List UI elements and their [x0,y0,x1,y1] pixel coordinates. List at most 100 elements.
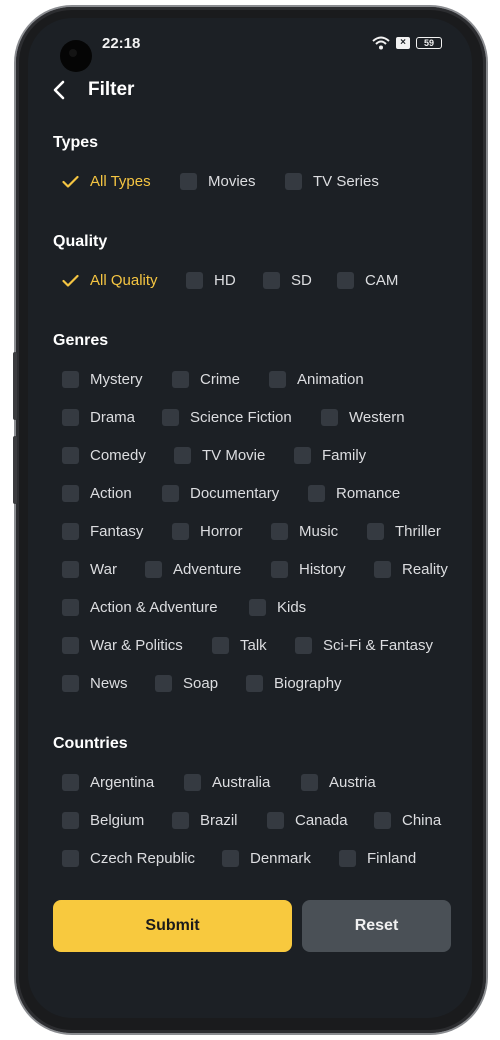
option-talk[interactable]: Talk [212,637,267,654]
checkbox-icon[interactable] [180,173,197,190]
checkbox-icon[interactable] [62,447,79,464]
checkbox-icon[interactable] [374,812,391,829]
option-label: Western [349,409,405,426]
option-soap[interactable]: Soap [155,675,218,692]
checkbox-icon[interactable] [267,812,284,829]
option-thriller[interactable]: Thriller [367,523,441,540]
checkbox-icon[interactable] [174,447,191,464]
option-romance[interactable]: Romance [308,485,400,502]
checkbox-icon[interactable] [339,850,356,867]
checkbox-icon[interactable] [62,561,79,578]
checkbox-icon[interactable] [162,409,179,426]
option-mystery[interactable]: Mystery [62,371,143,388]
checkbox-icon[interactable] [212,637,229,654]
checkbox-icon[interactable] [295,637,312,654]
option-austria[interactable]: Austria [301,774,376,791]
option-adventure[interactable]: Adventure [145,561,241,578]
option-comedy[interactable]: Comedy [62,447,146,464]
checkbox-icon[interactable] [271,561,288,578]
option-documentary[interactable]: Documentary [162,485,279,502]
option-sci-fi-and-fantasy[interactable]: Sci-Fi & Fantasy [295,637,433,654]
checkbox-icon[interactable] [172,523,189,540]
option-all-types[interactable]: All Types [62,173,151,190]
checkbox-icon[interactable] [308,485,325,502]
option-belgium[interactable]: Belgium [62,812,144,829]
option-label: Czech Republic [90,850,196,867]
option-cam[interactable]: CAM [337,272,398,289]
option-war-and-politics[interactable]: War & Politics [62,637,183,654]
option-canada[interactable]: Canada [267,812,348,829]
checkbox-icon[interactable] [172,371,189,388]
option-kids[interactable]: Kids [249,599,306,616]
checkbox-icon[interactable] [172,812,189,829]
option-western[interactable]: Western [321,409,405,426]
option-label: Romance [336,485,401,502]
checkbox-icon[interactable] [367,523,384,540]
option-denmark[interactable]: Denmark [222,850,311,867]
checkbox-icon[interactable] [285,173,302,190]
checkbox-icon[interactable] [294,447,311,464]
option-movies[interactable]: Movies [180,173,256,190]
option-finland[interactable]: Finland [339,850,416,867]
option-war[interactable]: War [62,561,117,578]
option-fantasy[interactable]: Fantasy [62,523,143,540]
option-music[interactable]: Music [271,523,338,540]
option-czech-republic[interactable]: Czech Republic [62,850,195,867]
checkbox-icon[interactable] [269,371,286,388]
option-argentina[interactable]: Argentina [62,774,154,791]
check-icon[interactable] [62,272,79,289]
checkbox-icon[interactable] [62,850,79,867]
option-news[interactable]: News [62,675,128,692]
checkbox-icon[interactable] [184,774,201,791]
checkbox-icon[interactable] [62,523,79,540]
checkbox-icon[interactable] [246,675,263,692]
checkbox-icon[interactable] [62,812,79,829]
option-biography[interactable]: Biography [246,675,342,692]
option-brazil[interactable]: Brazil [172,812,238,829]
back-icon[interactable] [52,78,74,102]
option-animation[interactable]: Animation [269,371,364,388]
reset-button[interactable]: Reset [302,900,451,952]
checkbox-icon[interactable] [62,774,79,791]
checkbox-icon[interactable] [162,485,179,502]
option-label: All Types [90,173,151,190]
front-camera [60,40,92,72]
option-reality[interactable]: Reality [374,561,448,578]
checkbox-icon[interactable] [249,599,266,616]
checkbox-icon[interactable] [301,774,318,791]
checkbox-icon[interactable] [263,272,280,289]
checkbox-icon[interactable] [145,561,162,578]
checkbox-icon[interactable] [271,523,288,540]
checkbox-icon[interactable] [62,675,79,692]
option-horror[interactable]: Horror [172,523,243,540]
checkbox-icon[interactable] [155,675,172,692]
option-tv-series[interactable]: TV Series [285,173,379,190]
checkbox-icon[interactable] [374,561,391,578]
check-icon[interactable] [62,173,79,190]
checkbox-icon[interactable] [337,272,354,289]
option-label: Sci-Fi & Fantasy [323,637,434,654]
checkbox-icon[interactable] [222,850,239,867]
option-sd[interactable]: SD [263,272,312,289]
option-crime[interactable]: Crime [172,371,240,388]
option-all-quality[interactable]: All Quality [62,272,158,289]
checkbox-icon[interactable] [62,599,79,616]
checkbox-icon[interactable] [62,409,79,426]
checkbox-icon[interactable] [62,371,79,388]
submit-button[interactable]: Submit [53,900,292,952]
checkbox-icon[interactable] [186,272,203,289]
option-hd[interactable]: HD [186,272,236,289]
option-history[interactable]: History [271,561,346,578]
checkbox-icon[interactable] [62,637,79,654]
option-china[interactable]: China [374,812,441,829]
option-label: TV Movie [202,447,266,464]
option-science-fiction[interactable]: Science Fiction [162,409,292,426]
option-family[interactable]: Family [294,447,366,464]
option-australia[interactable]: Australia [184,774,270,791]
option-tv-movie[interactable]: TV Movie [174,447,265,464]
checkbox-icon[interactable] [62,485,79,502]
option-action[interactable]: Action [62,485,132,502]
option-drama[interactable]: Drama [62,409,135,426]
checkbox-icon[interactable] [321,409,338,426]
option-action-and-adventure[interactable]: Action & Adventure [62,599,218,616]
